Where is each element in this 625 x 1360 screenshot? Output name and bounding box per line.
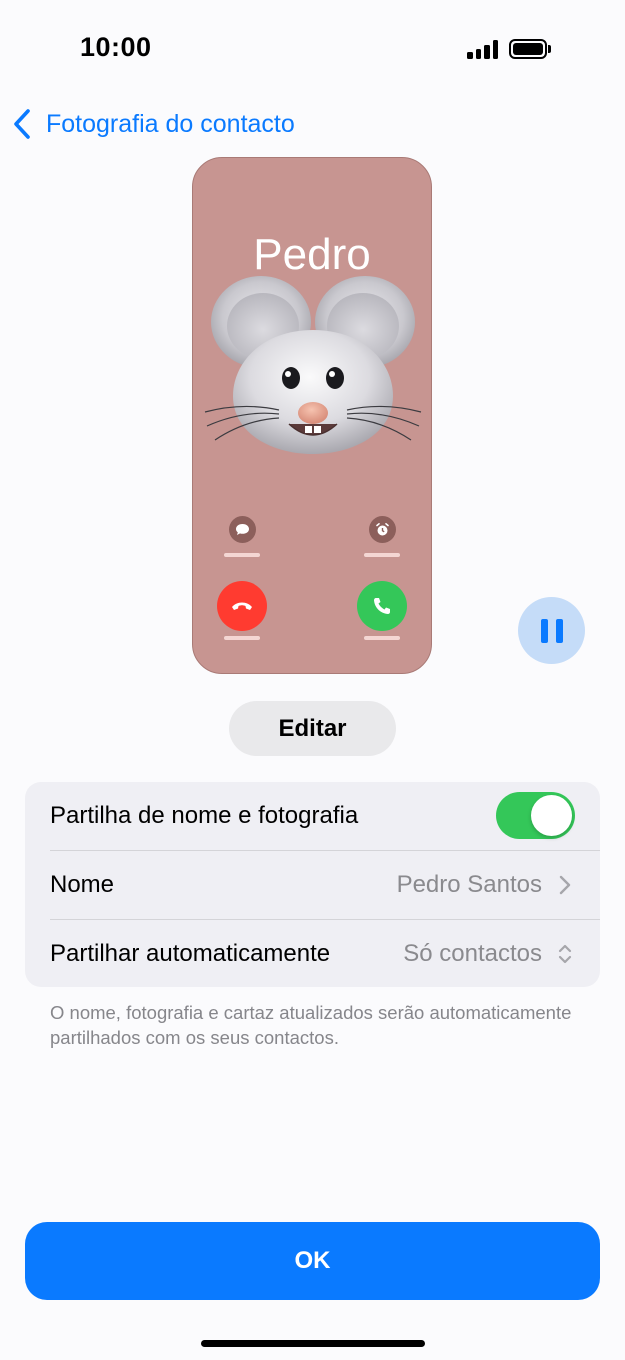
mouse-memoji [204, 276, 422, 454]
edit-button[interactable]: Editar [229, 701, 396, 756]
row-value: Só contactos [403, 940, 542, 967]
chevron-right-icon [559, 875, 571, 895]
auto-share-row[interactable]: Partilhar automaticamente Só contactos [25, 920, 600, 987]
back-button-label: Fotografia do contacto [46, 109, 295, 138]
row-label: Nome [50, 871, 115, 898]
chevron-up-down-icon [558, 944, 572, 964]
accept-call-icon [357, 581, 407, 631]
pause-button[interactable] [518, 597, 585, 664]
decline-call-icon [217, 581, 267, 631]
contact-poster-preview[interactable]: Pedro [192, 157, 432, 674]
row-label: Partilhar automaticamente [50, 940, 331, 967]
name-row[interactable]: Nome Pedro Santos [25, 851, 600, 919]
name-photo-sharing-row: Partilha de nome e fotografia [25, 782, 600, 850]
battery-icon [509, 39, 551, 59]
pause-icon [537, 618, 567, 643]
sharing-footnote: O nome, fotografia e cartaz atualizados … [50, 1002, 572, 1048]
alarm-icon [369, 516, 396, 543]
name-photo-sharing-toggle[interactable] [496, 792, 575, 839]
chevron-left-icon [14, 109, 30, 139]
message-icon [229, 516, 256, 543]
status-time: 10:00 [80, 32, 152, 62]
ok-button[interactable]: OK [25, 1222, 600, 1300]
settings-group: Partilha de nome e fotografia Nome Pedro… [25, 782, 600, 987]
home-indicator [201, 1340, 425, 1347]
row-value: Pedro Santos [396, 871, 542, 898]
back-button[interactable]: Fotografia do contacto [10, 104, 295, 144]
status-bar: 10:00 [0, 0, 625, 100]
cellular-signal-icon [467, 40, 499, 59]
